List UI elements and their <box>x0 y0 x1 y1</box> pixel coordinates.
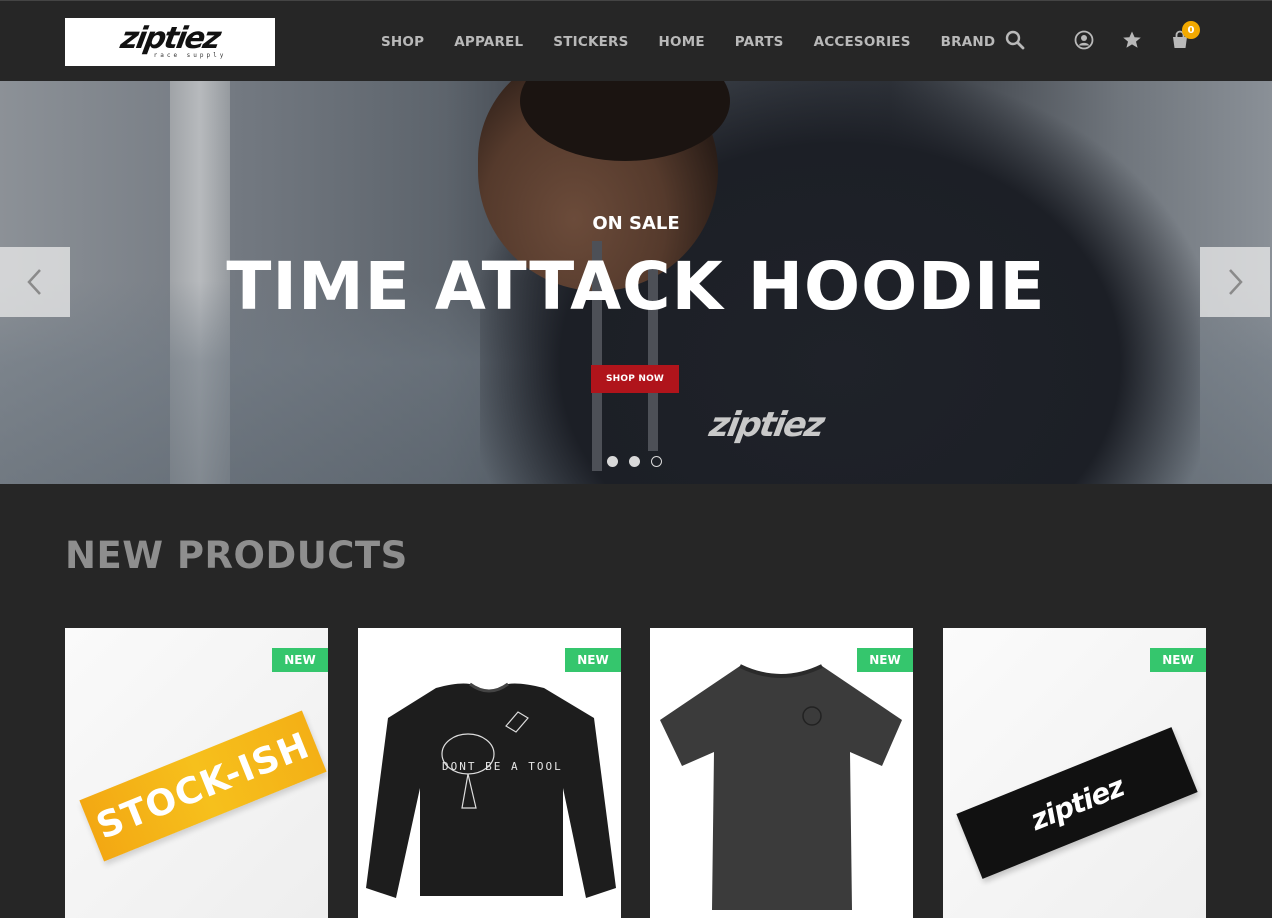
new-badge: NEW <box>565 648 621 672</box>
new-badge: NEW <box>1150 648 1206 672</box>
product-image-tshirt <box>660 664 902 910</box>
nav-item-accesories[interactable]: ACCESORIES <box>814 32 911 52</box>
slider-dot-2[interactable] <box>629 456 640 467</box>
slider-dot-1[interactable] <box>607 456 618 467</box>
hoodie-print-logo: ziptiez <box>706 405 827 445</box>
user-icon[interactable] <box>1073 29 1095 51</box>
new-badge: NEW <box>272 648 328 672</box>
hero-tagline: ON SALE <box>592 213 680 234</box>
product-card-4[interactable]: ziptiez NEW <box>943 628 1206 918</box>
new-badge: NEW <box>857 648 913 672</box>
section-title-new-products: NEW PRODUCTS <box>65 534 408 577</box>
shop-now-button[interactable]: SHOP NOW <box>591 365 679 393</box>
site-header: ziptiez race supply SHOP APPAREL STICKER… <box>0 0 1272 81</box>
slider-prev-button[interactable] <box>0 247 70 317</box>
hero-title: TIME ATTACK HOODIE <box>226 248 1046 325</box>
logo-wordmark: ziptiez <box>118 21 223 56</box>
product-image-longsleeve <box>366 682 616 898</box>
slider-pagination <box>607 456 673 467</box>
main-nav: SHOP APPAREL STICKERS HOME PARTS ACCESOR… <box>366 32 1010 52</box>
chevron-left-icon <box>27 269 41 295</box>
product-card-2[interactable]: DONT BE A TOOL NEW <box>358 628 621 918</box>
nav-item-shop[interactable]: SHOP <box>381 32 424 52</box>
chevron-right-icon <box>1229 269 1243 295</box>
product-card-3[interactable]: NEW <box>650 628 913 918</box>
cart-count-badge: 0 <box>1182 21 1200 39</box>
nav-item-apparel[interactable]: APPAREL <box>454 32 523 52</box>
nav-item-stickers[interactable]: STICKERS <box>553 32 628 52</box>
search-icon[interactable] <box>1004 29 1026 51</box>
slider-next-button[interactable] <box>1200 247 1270 317</box>
nav-item-parts[interactable]: PARTS <box>735 32 784 52</box>
hero-slider: ziptiez ON SALE TIME ATTACK HOODIE SHOP … <box>0 81 1272 484</box>
star-icon[interactable] <box>1121 29 1143 51</box>
nav-item-home[interactable]: HOME <box>659 32 705 52</box>
slider-dot-3[interactable] <box>651 456 662 467</box>
product-card-1[interactable]: STOCK-ISH NEW <box>65 628 328 918</box>
nav-item-brand[interactable]: BRAND <box>941 32 996 52</box>
shirt-print-text: DONT BE A TOOL <box>442 760 563 773</box>
brand-logo[interactable]: ziptiez race supply <box>65 18 275 66</box>
